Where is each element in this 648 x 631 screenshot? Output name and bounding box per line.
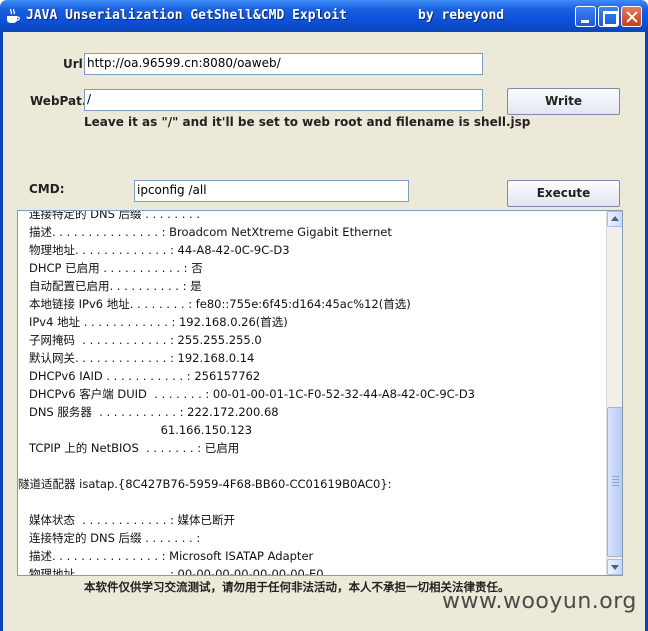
output-line: 隧道适配器 isatap.{8C427B76-5959-4F68-BB60-CC…	[18, 477, 392, 491]
window-title: JAVA Unserialization GetShell&CMD Exploi…	[26, 8, 347, 23]
cmd-input[interactable]: ipconfig /all	[134, 180, 409, 202]
output-line: DNS 服务器 . . . . . . . . . . . : 222.172.…	[18, 405, 279, 419]
vertical-scrollbar[interactable]	[606, 211, 622, 575]
output-line: 连接特定的 DNS 后缀 . . . . . . . .	[18, 210, 201, 221]
java-coffee-icon	[7, 8, 20, 23]
output-line: 物理地址. . . . . . . . . . . . . : 00-00-00…	[18, 567, 324, 576]
url-input[interactable]: http://oa.96599.cn:8080/oaweb/	[84, 53, 483, 75]
watermark-text: www.wooyun.org	[442, 589, 637, 614]
output-line: 描述. . . . . . . . . . . . . . . : Micros…	[18, 549, 314, 563]
output-line: 媒体状态 . . . . . . . . . . . . : 媒体已断开	[18, 513, 236, 527]
window-author: by rebeyond	[418, 8, 505, 23]
title-bar[interactable]: JAVA Unserialization GetShell&CMD Exploi…	[0, 0, 648, 32]
scroll-thumb[interactable]	[607, 407, 622, 557]
webpath-input[interactable]: /	[84, 89, 483, 111]
scroll-up-button[interactable]	[607, 211, 622, 227]
output-line: DHCPv6 IAID . . . . . . . . . . . : 2561…	[18, 369, 261, 383]
output-line: 本地链接 IPv6 地址. . . . . . . . : fe80::755e…	[18, 297, 411, 311]
webpath-hint: Leave it as "/" and it'll be set to web …	[84, 115, 531, 129]
output-line: 描述. . . . . . . . . . . . . . . : Broadc…	[18, 225, 392, 239]
command-output-area[interactable]: 连接特定的 DNS 后缀 . . . . . . . . 描述. . . . .…	[17, 210, 623, 576]
output-line: DHCPv6 客户端 DUID . . . . . . . : 00-01-00…	[18, 387, 475, 401]
scroll-down-button[interactable]	[607, 559, 622, 575]
output-line: 子网掩码 . . . . . . . . . . . . : 255.255.2…	[18, 333, 262, 347]
cmd-label: CMD:	[29, 182, 65, 196]
write-button[interactable]: Write	[507, 88, 620, 115]
output-line: TCPIP 上的 NetBIOS . . . . . . . : 已启用	[18, 441, 240, 455]
output-line: 连接特定的 DNS 后缀 . . . . . . . :	[18, 531, 201, 545]
output-line: IPv4 地址 . . . . . . . . . . . . : 192.16…	[18, 315, 288, 329]
execute-button[interactable]: Execute	[507, 180, 620, 207]
output-line: 默认网关. . . . . . . . . . . . . : 192.168.…	[18, 351, 255, 365]
output-line: 自动配置已启用. . . . . . . . . . : 是	[18, 279, 202, 293]
maximize-button[interactable]	[598, 6, 619, 27]
output-line: 物理地址. . . . . . . . . . . . . : 44-A8-42…	[18, 243, 290, 257]
minimize-button[interactable]	[575, 6, 596, 27]
close-button[interactable]	[621, 6, 642, 27]
output-line: DHCP 已启用 . . . . . . . . . . . : 否	[18, 261, 203, 275]
output-line: 61.166.150.123	[18, 423, 253, 437]
output-lines: 连接特定的 DNS 后缀 . . . . . . . . 描述. . . . .…	[18, 210, 606, 576]
